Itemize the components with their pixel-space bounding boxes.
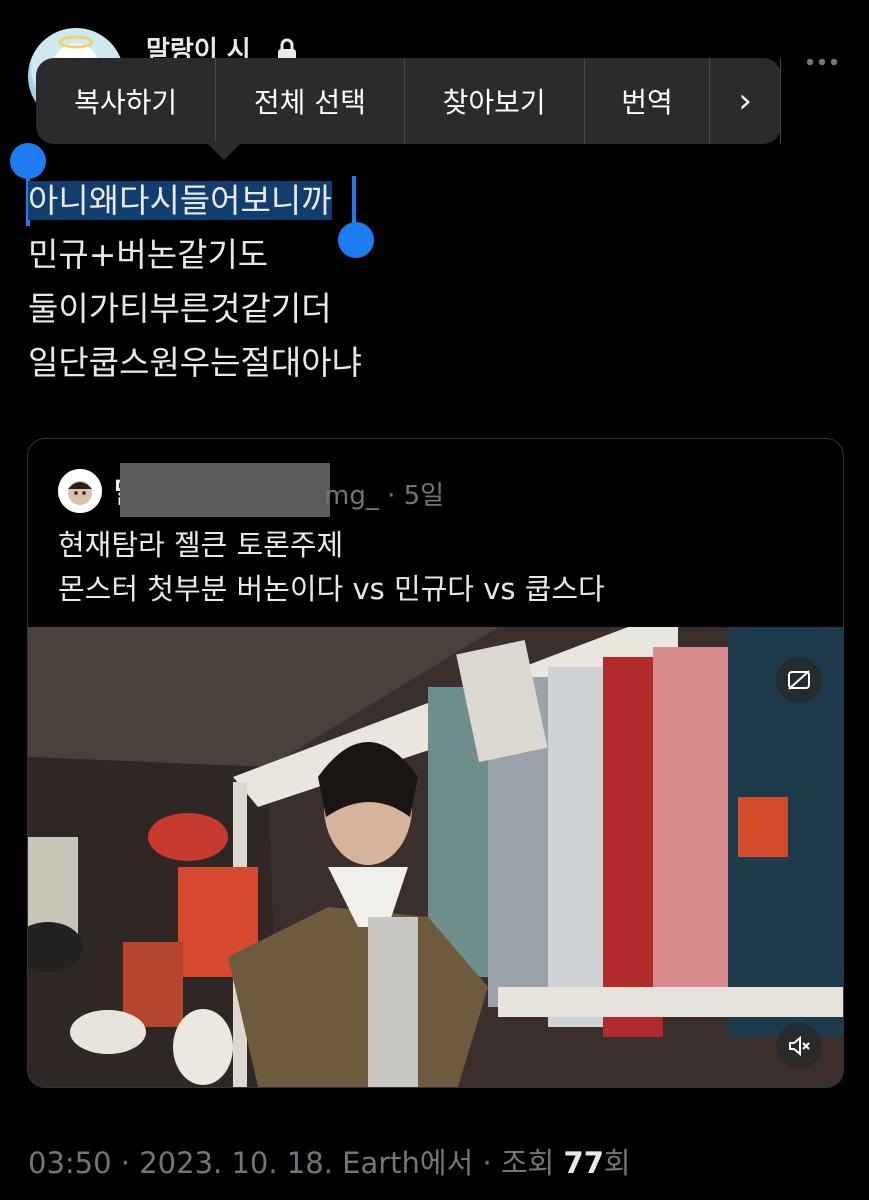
chevron-right-icon[interactable]: ›: [710, 58, 781, 144]
redaction-blur: [120, 463, 330, 517]
tweet-text: 아니왜다시들어보니까 민규+버논같기도 둘이가티부른것같기더 일단쿱스원우는절대…: [28, 174, 362, 390]
views-suffix: 회: [603, 1146, 631, 1180]
menu-select-all[interactable]: 전체 선택: [216, 58, 405, 144]
quoted-line: 몬스터 첫부분 버논이다 vs 민규다 vs 쿱스다: [58, 572, 605, 606]
quoted-tweet-card[interactable]: 말 mg_ · 5일 현재탐라 젤큰 토론주제 몬스터 첫부분 버논이다 vs …: [27, 438, 844, 1088]
quoted-avatar[interactable]: [58, 469, 102, 513]
tweet-line: 일단쿱스원우는절대아냐: [28, 343, 362, 382]
tweet-meta: 03:50 · 2023. 10. 18. Earth에서 · 조회 77회: [28, 1146, 631, 1180]
mute-icon[interactable]: [776, 1023, 822, 1069]
menu-look-up[interactable]: 찾아보기: [405, 58, 585, 144]
quoted-line: 현재탐라 젤큰 토론주제: [58, 528, 344, 562]
tweet-time[interactable]: 03:50: [28, 1146, 112, 1180]
video-frame: [28, 627, 843, 1087]
views-count[interactable]: 77: [564, 1146, 604, 1180]
tweet-date[interactable]: 2023. 10. 18.: [139, 1146, 333, 1180]
quoted-text: 현재탐라 젤큰 토론주제 몬스터 첫부분 버논이다 vs 민규다 vs 쿱스다: [58, 523, 605, 611]
text-selection-menu: 복사하기 전체 선택 찾아보기 번역 ›: [36, 58, 781, 160]
video-player[interactable]: [28, 627, 843, 1087]
menu-copy[interactable]: 복사하기: [36, 58, 217, 144]
views-label: 조회: [500, 1146, 555, 1180]
captions-off-icon[interactable]: [776, 657, 822, 703]
tweet-source: Earth에서: [342, 1146, 474, 1180]
menu-pointer: [206, 142, 242, 160]
tweet-line: 민규+버논같기도: [28, 235, 269, 274]
more-icon[interactable]: [806, 52, 838, 71]
menu-translate[interactable]: 번역: [585, 58, 711, 144]
selected-text[interactable]: 아니왜다시들어보니까: [28, 181, 332, 220]
tweet-line: 둘이가티부른것같기더: [28, 289, 332, 328]
quoted-handle-time: mg_ · 5일: [324, 475, 444, 512]
quoted-handle[interactable]: mg_: [324, 481, 379, 511]
quoted-time[interactable]: · 5일: [387, 481, 444, 511]
